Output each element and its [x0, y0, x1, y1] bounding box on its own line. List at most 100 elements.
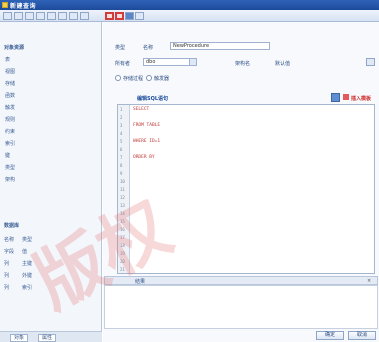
type-label: 类型	[115, 45, 126, 51]
copy-icon[interactable]	[47, 12, 56, 20]
tree-item[interactable]: 索引	[5, 140, 15, 147]
line-number: 6	[120, 147, 123, 152]
open-icon[interactable]	[14, 12, 23, 20]
list-item-name: 列	[4, 273, 10, 279]
schema-label: 架构名	[235, 61, 251, 67]
results-panel	[104, 285, 378, 329]
tab-properties[interactable]: 属性	[38, 334, 57, 342]
list-item-name: 列	[4, 261, 10, 267]
line-number: 16	[120, 227, 125, 232]
stop-icon[interactable]	[115, 12, 124, 20]
line-number: 12	[120, 195, 125, 200]
code-line: ORDER BY	[133, 155, 155, 160]
new-icon[interactable]	[3, 12, 12, 20]
code-line: WHERE ID=1	[133, 139, 161, 144]
line-number: 17	[120, 235, 125, 240]
owner-select[interactable]: dbo	[143, 58, 197, 66]
tree-item[interactable]: 视图	[5, 68, 15, 75]
line-number-gutter: 1 2 3 4 5 6 7 8 9 10 11 12 13 14 15 16 1…	[118, 105, 130, 273]
left-panel-tabs: 对象 属性	[0, 331, 102, 342]
template-icon[interactable]	[331, 93, 340, 102]
results-bar: 结果 ×	[104, 276, 378, 285]
check-icon[interactable]	[125, 12, 134, 20]
line-number: 8	[120, 163, 123, 168]
tree-item[interactable]: 表	[5, 56, 10, 63]
radio-procedure[interactable]	[115, 75, 121, 81]
execute-icon[interactable]	[105, 12, 114, 20]
list-item-value: 索引	[22, 285, 33, 291]
name-label: 名称	[143, 45, 154, 51]
tab-objects[interactable]: 对象	[10, 334, 29, 342]
code-line: FROM TABLE	[133, 123, 161, 128]
code-line: SELECT	[133, 107, 150, 112]
line-number: 15	[120, 219, 125, 224]
paste-icon[interactable]	[58, 12, 67, 20]
list-item-name: 列	[4, 285, 10, 291]
toolbar	[0, 10, 379, 22]
line-number: 2	[120, 115, 123, 120]
settings-icon[interactable]	[135, 12, 144, 20]
line-number: 19	[120, 251, 125, 256]
line-number: 3	[120, 123, 123, 128]
line-number: 10	[120, 179, 125, 184]
query-designer: 类型 名称 NewProcedure 所有者 dbo 架构名 默认值 存储过程 …	[103, 22, 379, 342]
line-number: 14	[120, 211, 125, 216]
undo-icon[interactable]	[69, 12, 78, 20]
line-number: 9	[120, 171, 123, 176]
line-number: 18	[120, 243, 125, 248]
line-number: 13	[120, 203, 125, 208]
title-bar: 新建查询	[0, 0, 379, 10]
line-number: 4	[120, 131, 123, 136]
list-item[interactable]: 列 索引	[4, 284, 94, 291]
app-icon	[2, 2, 8, 8]
list-item[interactable]: 列 主键	[4, 260, 94, 267]
chevron-down-icon	[189, 59, 196, 65]
insert-template-link[interactable]: 插入模板	[351, 95, 371, 102]
sql-editor[interactable]: 1 2 3 4 5 6 7 8 9 10 11 12 13 14 15 16 1…	[117, 104, 375, 274]
tree-item[interactable]: 类型	[5, 164, 15, 171]
redo-icon[interactable]	[80, 12, 89, 20]
list-item[interactable]: 列 外键	[4, 272, 94, 279]
line-number: 5	[120, 139, 123, 144]
tree-item[interactable]: 键	[5, 152, 10, 159]
insert-template-icon	[343, 94, 349, 100]
line-number: 1	[120, 107, 123, 112]
radio-trigger[interactable]	[146, 75, 152, 81]
tree-item[interactable]: 存储	[5, 80, 15, 87]
ok-button[interactable]: 确定	[316, 331, 344, 340]
list-item-name: 名称	[4, 237, 15, 243]
list-item[interactable]: 名称 类型	[4, 236, 94, 243]
list-item-value: 外键	[22, 273, 33, 279]
save-icon[interactable]	[25, 12, 34, 20]
line-number: 21	[120, 267, 125, 272]
tree-item[interactable]: 函数	[5, 92, 15, 99]
close-icon[interactable]: ×	[367, 278, 371, 284]
radio-procedure-label: 存储过程	[123, 76, 144, 82]
tree-item[interactable]: 触发	[5, 104, 15, 111]
category-label: 数据库	[4, 223, 20, 229]
list-item-value: 类型	[22, 237, 33, 243]
object-explorer: 对象资源 表 视图 存储 函数 触发 规则 约束 索引 键 类型 架构 数据库 …	[0, 22, 102, 342]
name-field[interactable]: NewProcedure	[170, 42, 270, 50]
owner-value: dbo	[146, 59, 156, 65]
schema-value: 默认值	[275, 61, 291, 67]
line-number: 7	[120, 155, 123, 160]
results-bar-label: 结果	[135, 279, 146, 285]
list-item[interactable]: 字段 值	[4, 248, 94, 255]
window-title: 新建查询	[10, 3, 37, 10]
line-number: 11	[120, 187, 125, 192]
editor-section-title: 编辑SQL语句	[137, 96, 169, 102]
category-label: 对象资源	[4, 45, 25, 51]
tree-item[interactable]: 架构	[5, 176, 15, 183]
cancel-button[interactable]: 取消	[348, 331, 376, 340]
tree-item[interactable]: 规则	[5, 116, 15, 123]
list-item-name: 字段	[4, 249, 15, 255]
browse-button[interactable]	[366, 58, 375, 66]
owner-label: 所有者	[115, 61, 131, 67]
tree-item[interactable]: 约束	[5, 128, 15, 135]
cut-icon[interactable]	[36, 12, 45, 20]
radio-trigger-label: 触发器	[154, 76, 170, 82]
list-item-value: 值	[22, 249, 28, 255]
line-number: 20	[120, 259, 125, 264]
list-item-value: 主键	[22, 261, 33, 267]
